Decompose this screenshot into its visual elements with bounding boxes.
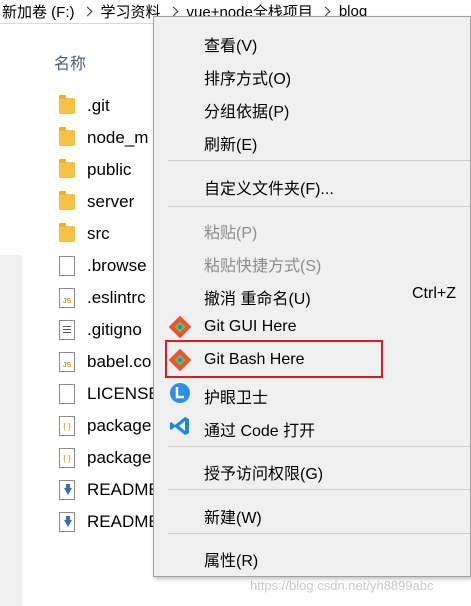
file-name: public	[87, 160, 132, 179]
menu-item-label: 粘贴快捷方式(S)	[204, 258, 322, 275]
chevron-right-icon[interactable]	[82, 6, 94, 18]
menu-separator	[168, 206, 470, 207]
folder-icon	[59, 159, 75, 178]
file-icon	[59, 256, 75, 276]
menu-item-label: 撤消 重命名(U)	[204, 291, 311, 308]
navigation-pane[interactable]	[0, 24, 22, 606]
file-icon	[59, 384, 75, 404]
context-menu: 查看(V) 排序方式(O) 分组依据(P) 刷新(E) 自定义文件夹(F)...…	[153, 16, 471, 577]
menu-item-label: 新建(W)	[204, 510, 262, 527]
menu-item-shortcut: Ctrl+Z	[412, 285, 456, 302]
file-name: server	[87, 192, 135, 211]
git-gui-icon	[169, 316, 191, 338]
column-header-name[interactable]: 名称	[54, 50, 86, 74]
js-file-icon: JS	[59, 288, 75, 308]
menu-item-refresh[interactable]: 刷新(E)	[154, 124, 470, 156]
list-item[interactable]: .browse	[57, 250, 147, 282]
menu-item-grant-access[interactable]: 授予访问权限(G)	[154, 453, 470, 485]
list-item[interactable]: README	[57, 506, 160, 538]
menu-separator	[168, 489, 470, 490]
file-name: src	[87, 224, 110, 243]
menu-item-new[interactable]: 新建(W)	[154, 497, 470, 529]
folder-icon	[59, 191, 75, 210]
text-file-icon	[59, 320, 75, 340]
menu-item-label: Git GUI Here	[204, 318, 297, 335]
breadcrumb-drive[interactable]: 新加卷 (F:)	[0, 1, 77, 22]
list-item[interactable]: node_m	[57, 122, 148, 154]
js-file-icon: JS	[59, 352, 75, 372]
list-item[interactable]: src	[57, 218, 110, 250]
file-name: .eslintrc	[87, 288, 146, 307]
nav-pane-scrollbar-thumb[interactable]	[0, 40, 22, 255]
menu-item-paste-shortcut: 粘贴快捷方式(S)	[154, 245, 470, 277]
list-item[interactable]: .git	[57, 90, 110, 122]
menu-item-view[interactable]: 查看(V)	[154, 25, 470, 57]
menu-item-label: 查看(V)	[204, 38, 258, 55]
menu-item-paste: 粘贴(P)	[154, 212, 470, 244]
menu-item-label: 分组依据(P)	[204, 104, 290, 121]
menu-item-undo-rename[interactable]: 撤消 重命名(U) Ctrl+Z	[154, 278, 470, 310]
file-name: .git	[87, 96, 110, 115]
file-name: README	[87, 480, 160, 499]
menu-item-label: 属性(R)	[204, 553, 259, 570]
watermark: https://blog.csdn.net/yh8899abc	[250, 578, 434, 593]
menu-item-label: 授予访问权限(G)	[204, 466, 324, 483]
menu-item-git-gui-here[interactable]: Git GUI Here	[154, 311, 470, 343]
list-item[interactable]: JS babel.co	[57, 346, 151, 378]
readme-file-icon	[59, 512, 75, 532]
list-item[interactable]: { } package	[57, 410, 151, 442]
vscode-icon	[170, 417, 189, 435]
file-name: package	[87, 448, 152, 467]
file-name: .gitigno	[87, 320, 142, 339]
menu-item-eye-guard[interactable]: 护眼卫士	[154, 377, 470, 409]
eye-guard-icon	[170, 383, 190, 403]
json-file-icon: { }	[59, 416, 75, 436]
list-item[interactable]: { } package	[57, 442, 151, 474]
readme-file-icon	[59, 480, 75, 500]
folder-icon	[59, 223, 75, 242]
menu-item-group-by[interactable]: 分组依据(P)	[154, 91, 470, 123]
list-item[interactable]: server	[57, 186, 134, 218]
file-name: README	[87, 512, 160, 531]
file-name: .browse	[87, 256, 147, 275]
file-name: babel.co	[87, 352, 152, 371]
menu-item-properties[interactable]: 属性(R)	[154, 540, 470, 572]
highlight-box	[165, 340, 383, 378]
nav-pane-scrollbar-track[interactable]	[0, 255, 22, 606]
folder-icon	[59, 95, 75, 114]
menu-item-label: 刷新(E)	[204, 137, 258, 154]
menu-item-open-with-code[interactable]: 通过 Code 打开	[154, 410, 470, 442]
list-item[interactable]: JS .eslintrc	[57, 282, 146, 314]
menu-item-label: 自定义文件夹(F)...	[204, 181, 334, 198]
file-name: package	[87, 416, 152, 435]
list-item[interactable]: README	[57, 474, 160, 506]
menu-item-sort-by[interactable]: 排序方式(O)	[154, 58, 470, 90]
json-file-icon: { }	[59, 448, 75, 468]
menu-item-customize-folder[interactable]: 自定义文件夹(F)...	[154, 168, 470, 200]
menu-item-label: 粘贴(P)	[204, 225, 258, 242]
list-item[interactable]: .gitigno	[57, 314, 142, 346]
list-item[interactable]: LICENSE	[57, 378, 160, 410]
menu-separator	[168, 446, 470, 447]
menu-item-label: 通过 Code 打开	[204, 423, 316, 440]
menu-separator	[168, 160, 470, 161]
list-item[interactable]: public	[57, 154, 131, 186]
menu-item-label: 排序方式(O)	[204, 71, 292, 88]
file-name: node_m	[87, 128, 149, 147]
file-name: LICENSE	[87, 384, 160, 403]
menu-separator	[168, 533, 470, 534]
menu-item-label: 护眼卫士	[204, 390, 269, 407]
folder-icon	[59, 127, 75, 146]
